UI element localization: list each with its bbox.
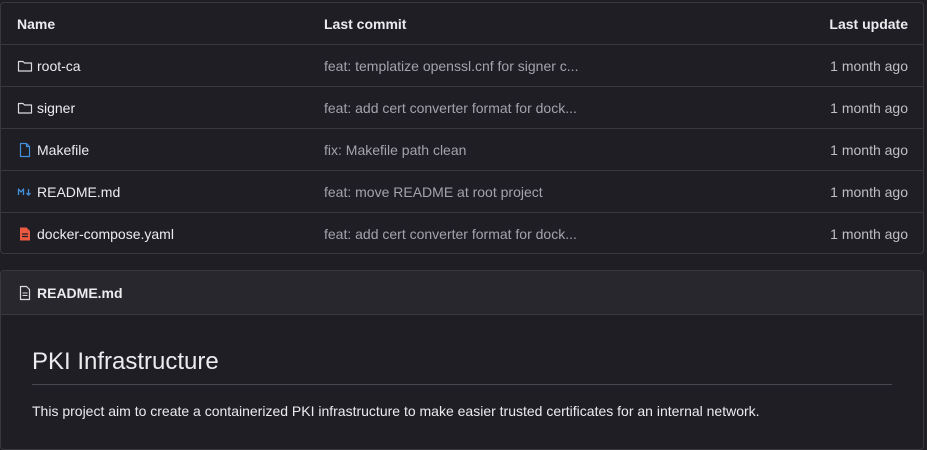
file-link-docker-compose[interactable]: docker-compose.yaml [17, 226, 174, 242]
commit-link[interactable]: feat: add cert converter format for dock… [324, 226, 577, 242]
file-table: Name Last commit Last update root-ca fea… [0, 2, 924, 254]
column-header-last-commit: Last commit [324, 15, 407, 32]
table-row: docker-compose.yaml feat: add cert conve… [1, 213, 923, 253]
last-update: 1 month ago [830, 183, 908, 200]
yaml-file-icon [17, 226, 33, 242]
readme-card: README.md PKI Infrastructure This projec… [0, 270, 924, 450]
file-name: signer [37, 99, 76, 116]
table-row: signer feat: add cert converter format f… [1, 87, 923, 129]
file-icon [17, 142, 33, 158]
commit-link[interactable]: fix: Makefile path clean [324, 142, 466, 158]
table-row: Makefile fix: Makefile path clean 1 mont… [1, 129, 923, 171]
file-name: docker-compose.yaml [37, 226, 174, 242]
readme-title: PKI Infrastructure [32, 315, 892, 385]
column-header-name: Name [17, 15, 56, 32]
table-row: root-ca feat: templatize openssl.cnf for… [1, 45, 923, 87]
file-link-makefile[interactable]: Makefile [17, 142, 89, 158]
column-header-last-update: Last update [829, 15, 908, 32]
folder-icon [17, 100, 33, 116]
commit-link[interactable]: feat: templatize openssl.cnf for signer … [324, 58, 578, 74]
file-name: Makefile [37, 141, 90, 158]
last-update: 1 month ago [830, 141, 908, 158]
readme-header: README.md [1, 271, 923, 315]
readme-description: This project aim to create a containeriz… [32, 403, 760, 419]
markdown-icon [17, 184, 33, 200]
document-icon [17, 285, 33, 301]
commit-link[interactable]: feat: add cert converter format for dock… [324, 100, 577, 116]
last-update: 1 month ago [830, 226, 908, 242]
commit-link[interactable]: feat: move README at root project [324, 184, 543, 200]
last-update: 1 month ago [830, 57, 908, 74]
table-header: Name Last commit Last update [1, 3, 923, 45]
last-update: 1 month ago [830, 99, 908, 116]
file-link-readme[interactable]: README.md [17, 184, 120, 200]
file-link-signer[interactable]: signer [17, 100, 75, 116]
file-name: root-ca [37, 57, 81, 74]
readme-body: PKI Infrastructure This project aim to c… [1, 315, 923, 419]
table-row: README.md feat: move README at root proj… [1, 171, 923, 213]
readme-filename-link[interactable]: README.md [37, 285, 123, 301]
file-link-root-ca[interactable]: root-ca [17, 58, 81, 74]
folder-icon [17, 58, 33, 74]
file-name: README.md [37, 183, 121, 200]
